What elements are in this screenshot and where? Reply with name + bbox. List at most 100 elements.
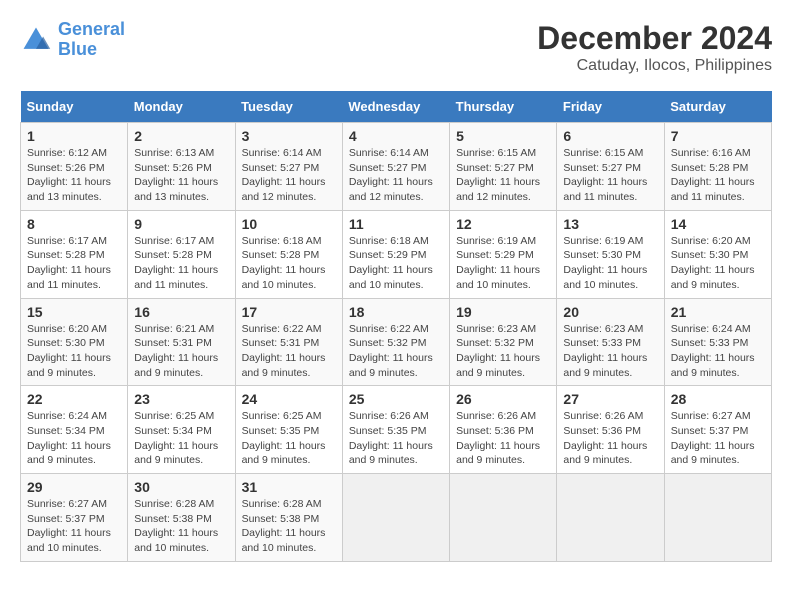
calendar-week-row: 15 Sunrise: 6:20 AM Sunset: 5:30 PM Dayl…	[21, 298, 772, 386]
column-header-saturday: Saturday	[664, 91, 771, 123]
location-title: Catuday, Ilocos, Philippines	[537, 57, 772, 75]
header: General Blue December 2024 Catuday, Iloc…	[20, 20, 772, 75]
calendar-cell: 22 Sunrise: 6:24 AM Sunset: 5:34 PM Dayl…	[21, 386, 128, 474]
column-header-thursday: Thursday	[450, 91, 557, 123]
calendar-cell: 18 Sunrise: 6:22 AM Sunset: 5:32 PM Dayl…	[342, 298, 449, 386]
day-number: 17	[242, 304, 336, 320]
day-number: 28	[671, 391, 765, 407]
day-info: Sunrise: 6:22 AM Sunset: 5:32 PM Dayligh…	[349, 322, 443, 381]
calendar-cell: 25 Sunrise: 6:26 AM Sunset: 5:35 PM Dayl…	[342, 386, 449, 474]
calendar-cell: 6 Sunrise: 6:15 AM Sunset: 5:27 PM Dayli…	[557, 123, 664, 211]
calendar-cell: 8 Sunrise: 6:17 AM Sunset: 5:28 PM Dayli…	[21, 210, 128, 298]
day-info: Sunrise: 6:26 AM Sunset: 5:36 PM Dayligh…	[563, 409, 657, 468]
day-info: Sunrise: 6:20 AM Sunset: 5:30 PM Dayligh…	[27, 322, 121, 381]
day-number: 30	[134, 479, 228, 495]
day-number: 16	[134, 304, 228, 320]
calendar-cell: 20 Sunrise: 6:23 AM Sunset: 5:33 PM Dayl…	[557, 298, 664, 386]
day-number: 25	[349, 391, 443, 407]
calendar-header-row: SundayMondayTuesdayWednesdayThursdayFrid…	[21, 91, 772, 123]
day-number: 6	[563, 128, 657, 144]
day-number: 4	[349, 128, 443, 144]
calendar-cell: 15 Sunrise: 6:20 AM Sunset: 5:30 PM Dayl…	[21, 298, 128, 386]
calendar-cell: 11 Sunrise: 6:18 AM Sunset: 5:29 PM Dayl…	[342, 210, 449, 298]
day-number: 19	[456, 304, 550, 320]
day-number: 3	[242, 128, 336, 144]
day-number: 27	[563, 391, 657, 407]
day-info: Sunrise: 6:22 AM Sunset: 5:31 PM Dayligh…	[242, 322, 336, 381]
calendar-cell: 4 Sunrise: 6:14 AM Sunset: 5:27 PM Dayli…	[342, 123, 449, 211]
column-header-tuesday: Tuesday	[235, 91, 342, 123]
calendar-week-row: 1 Sunrise: 6:12 AM Sunset: 5:26 PM Dayli…	[21, 123, 772, 211]
title-area: December 2024 Catuday, Ilocos, Philippin…	[537, 20, 772, 75]
day-number: 26	[456, 391, 550, 407]
day-info: Sunrise: 6:23 AM Sunset: 5:32 PM Dayligh…	[456, 322, 550, 381]
column-header-wednesday: Wednesday	[342, 91, 449, 123]
day-number: 14	[671, 216, 765, 232]
day-number: 18	[349, 304, 443, 320]
calendar-cell: 10 Sunrise: 6:18 AM Sunset: 5:28 PM Dayl…	[235, 210, 342, 298]
day-number: 24	[242, 391, 336, 407]
calendar-cell: 2 Sunrise: 6:13 AM Sunset: 5:26 PM Dayli…	[128, 123, 235, 211]
calendar-cell: 31 Sunrise: 6:28 AM Sunset: 5:38 PM Dayl…	[235, 474, 342, 562]
day-number: 15	[27, 304, 121, 320]
day-number: 2	[134, 128, 228, 144]
calendar-table: SundayMondayTuesdayWednesdayThursdayFrid…	[20, 91, 772, 562]
day-number: 8	[27, 216, 121, 232]
logo: General Blue	[20, 20, 125, 60]
day-info: Sunrise: 6:25 AM Sunset: 5:35 PM Dayligh…	[242, 409, 336, 468]
calendar-cell: 9 Sunrise: 6:17 AM Sunset: 5:28 PM Dayli…	[128, 210, 235, 298]
day-info: Sunrise: 6:21 AM Sunset: 5:31 PM Dayligh…	[134, 322, 228, 381]
day-info: Sunrise: 6:17 AM Sunset: 5:28 PM Dayligh…	[27, 234, 121, 293]
day-number: 22	[27, 391, 121, 407]
day-number: 12	[456, 216, 550, 232]
calendar-cell: 14 Sunrise: 6:20 AM Sunset: 5:30 PM Dayl…	[664, 210, 771, 298]
day-number: 11	[349, 216, 443, 232]
day-info: Sunrise: 6:17 AM Sunset: 5:28 PM Dayligh…	[134, 234, 228, 293]
logo-text: General Blue	[58, 20, 125, 60]
calendar-cell: 7 Sunrise: 6:16 AM Sunset: 5:28 PM Dayli…	[664, 123, 771, 211]
day-number: 20	[563, 304, 657, 320]
day-number: 10	[242, 216, 336, 232]
calendar-cell: 12 Sunrise: 6:19 AM Sunset: 5:29 PM Dayl…	[450, 210, 557, 298]
column-header-monday: Monday	[128, 91, 235, 123]
day-number: 21	[671, 304, 765, 320]
day-number: 23	[134, 391, 228, 407]
calendar-cell: 5 Sunrise: 6:15 AM Sunset: 5:27 PM Dayli…	[450, 123, 557, 211]
logo-line1: General	[58, 19, 125, 39]
calendar-cell: 26 Sunrise: 6:26 AM Sunset: 5:36 PM Dayl…	[450, 386, 557, 474]
calendar-cell: 13 Sunrise: 6:19 AM Sunset: 5:30 PM Dayl…	[557, 210, 664, 298]
day-info: Sunrise: 6:26 AM Sunset: 5:35 PM Dayligh…	[349, 409, 443, 468]
day-info: Sunrise: 6:26 AM Sunset: 5:36 PM Dayligh…	[456, 409, 550, 468]
calendar-cell: 29 Sunrise: 6:27 AM Sunset: 5:37 PM Dayl…	[21, 474, 128, 562]
calendar-cell: 30 Sunrise: 6:28 AM Sunset: 5:38 PM Dayl…	[128, 474, 235, 562]
day-info: Sunrise: 6:13 AM Sunset: 5:26 PM Dayligh…	[134, 146, 228, 205]
day-info: Sunrise: 6:16 AM Sunset: 5:28 PM Dayligh…	[671, 146, 765, 205]
day-info: Sunrise: 6:28 AM Sunset: 5:38 PM Dayligh…	[242, 497, 336, 556]
calendar-cell: 3 Sunrise: 6:14 AM Sunset: 5:27 PM Dayli…	[235, 123, 342, 211]
day-number: 7	[671, 128, 765, 144]
day-info: Sunrise: 6:18 AM Sunset: 5:29 PM Dayligh…	[349, 234, 443, 293]
day-info: Sunrise: 6:15 AM Sunset: 5:27 PM Dayligh…	[563, 146, 657, 205]
column-header-friday: Friday	[557, 91, 664, 123]
day-number: 13	[563, 216, 657, 232]
logo-line2: Blue	[58, 39, 97, 59]
calendar-cell	[342, 474, 449, 562]
calendar-cell	[664, 474, 771, 562]
day-number: 1	[27, 128, 121, 144]
day-info: Sunrise: 6:27 AM Sunset: 5:37 PM Dayligh…	[671, 409, 765, 468]
day-number: 5	[456, 128, 550, 144]
day-info: Sunrise: 6:15 AM Sunset: 5:27 PM Dayligh…	[456, 146, 550, 205]
logo-icon	[20, 24, 52, 56]
calendar-cell: 16 Sunrise: 6:21 AM Sunset: 5:31 PM Dayl…	[128, 298, 235, 386]
day-info: Sunrise: 6:24 AM Sunset: 5:33 PM Dayligh…	[671, 322, 765, 381]
day-info: Sunrise: 6:19 AM Sunset: 5:29 PM Dayligh…	[456, 234, 550, 293]
day-info: Sunrise: 6:23 AM Sunset: 5:33 PM Dayligh…	[563, 322, 657, 381]
calendar-cell: 23 Sunrise: 6:25 AM Sunset: 5:34 PM Dayl…	[128, 386, 235, 474]
calendar-cell: 19 Sunrise: 6:23 AM Sunset: 5:32 PM Dayl…	[450, 298, 557, 386]
calendar-cell: 27 Sunrise: 6:26 AM Sunset: 5:36 PM Dayl…	[557, 386, 664, 474]
calendar-cell	[557, 474, 664, 562]
day-info: Sunrise: 6:12 AM Sunset: 5:26 PM Dayligh…	[27, 146, 121, 205]
day-info: Sunrise: 6:18 AM Sunset: 5:28 PM Dayligh…	[242, 234, 336, 293]
day-number: 31	[242, 479, 336, 495]
day-info: Sunrise: 6:27 AM Sunset: 5:37 PM Dayligh…	[27, 497, 121, 556]
